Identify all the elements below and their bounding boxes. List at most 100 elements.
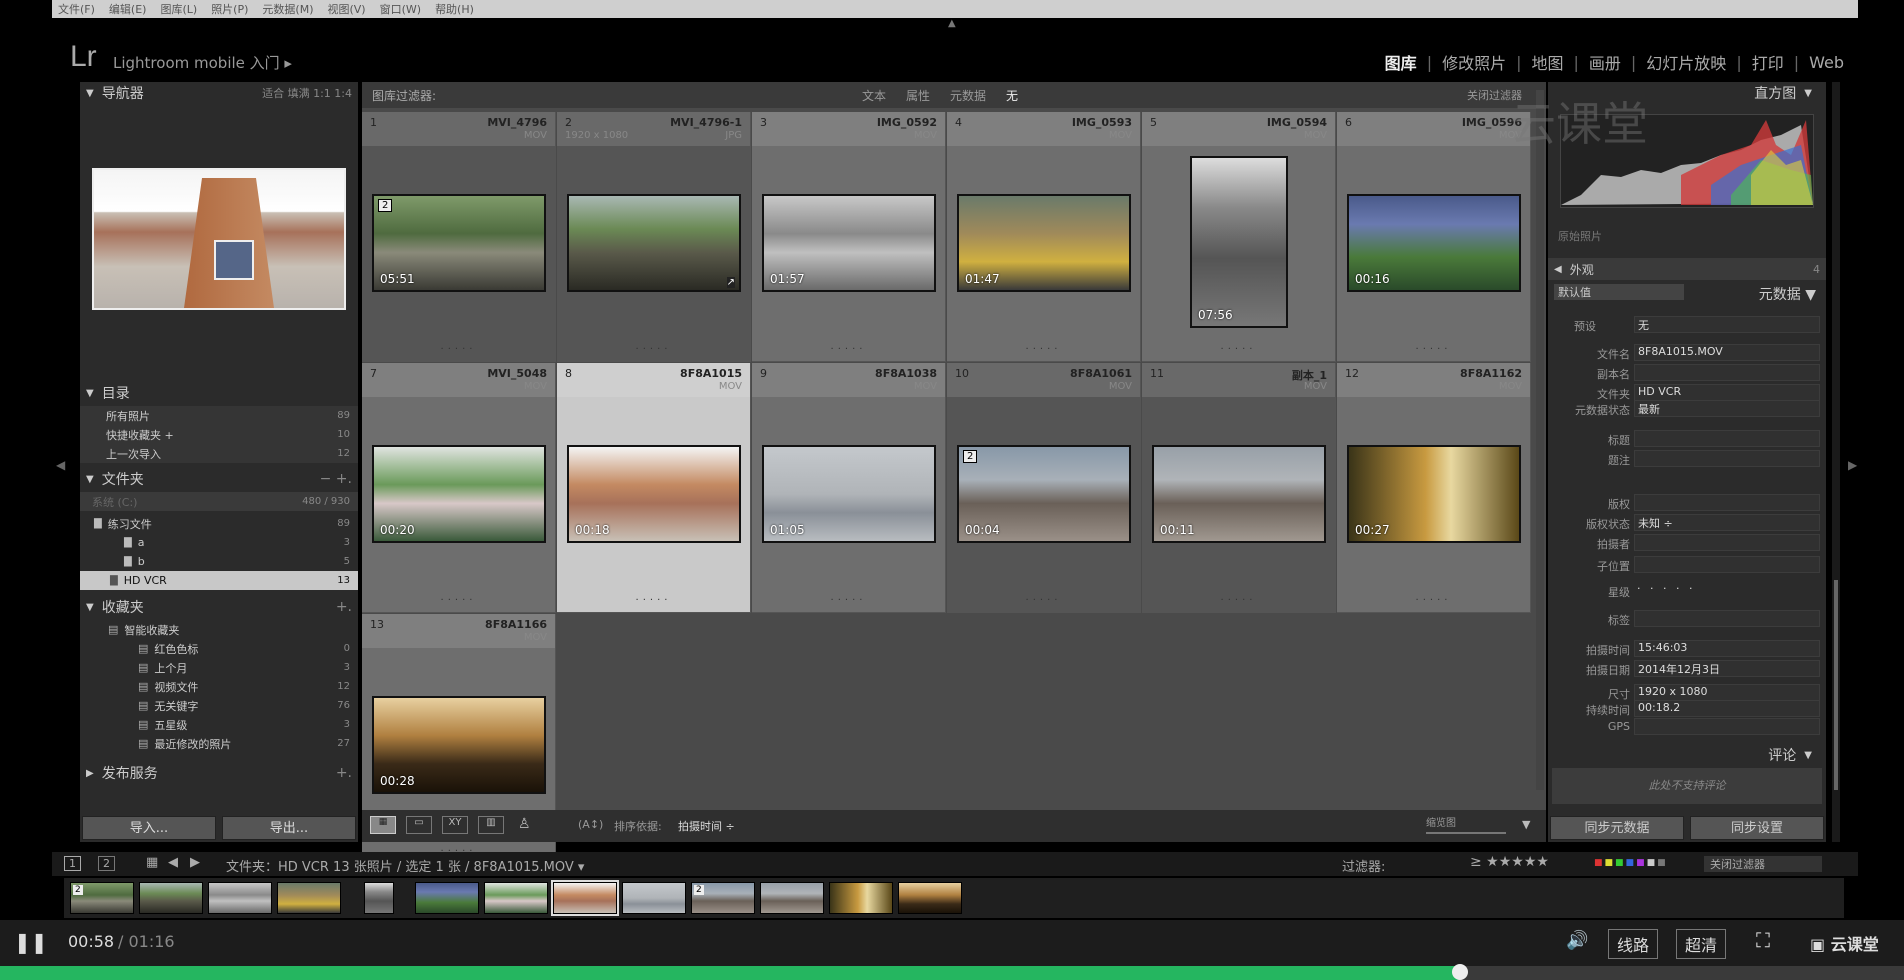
grid-cell[interactable]: 5 IMG_0594 MOV 07:56 ····· xyxy=(1142,112,1336,362)
pause-icon[interactable]: ❚❚ xyxy=(14,930,48,954)
metadata-field-value[interactable] xyxy=(1634,364,1820,381)
filmstrip-thumb[interactable] xyxy=(364,882,394,914)
grid-cell[interactable]: 12 8F8A1162 MOV 00:27 ····· xyxy=(1337,363,1531,613)
publish-header[interactable]: ▶ 发布服务 +. xyxy=(80,762,358,784)
collapse-top-icon[interactable]: ▲ xyxy=(948,18,956,29)
fullscreen-icon[interactable]: ⛶ xyxy=(1756,928,1770,952)
filmstrip-thumb[interactable] xyxy=(551,880,619,916)
color-label-filter[interactable]: ■■■■■■■ xyxy=(1594,858,1668,868)
rating-dots[interactable]: ····· xyxy=(1337,344,1530,355)
rating-dots[interactable]: ····· xyxy=(947,595,1140,606)
route-button[interactable]: 线路 xyxy=(1608,929,1659,959)
loupe-view-icon[interactable]: ▭ xyxy=(406,816,432,834)
catalog-header[interactable]: ▼ 目录 xyxy=(80,382,358,404)
rating-dots[interactable]: ····· xyxy=(1142,595,1335,606)
comments-header[interactable]: 评论 ▼ xyxy=(1548,744,1826,766)
navigator-preview[interactable] xyxy=(92,168,346,310)
original-photo-toggle[interactable]: 原始照片 xyxy=(1558,228,1602,244)
filmstrip-path[interactable]: 文件夹：HD VCR 13 张照片 / 选定 1 张 / 8F8A1015.MO… xyxy=(226,856,584,875)
catalog-name[interactable]: Lightroom mobile 入门 ▸ xyxy=(113,52,292,73)
grid-cell[interactable]: 3 IMG_0592 MOV 01:57 ····· xyxy=(752,112,946,362)
cell-thumbnail[interactable]: 00:20 xyxy=(372,445,546,543)
collection-item[interactable]: ▤ 视频文件 12 xyxy=(80,677,358,696)
filmstrip-thumb[interactable] xyxy=(829,882,893,914)
metadata-field-value[interactable] xyxy=(1634,718,1820,735)
sync-metadata-button[interactable]: 同步元数据 xyxy=(1550,816,1684,840)
grid-cell[interactable]: 2 MVI_4796-1 JPG 1920 x 1080 ↗ ····· xyxy=(557,112,751,362)
rating-dots[interactable]: ····· xyxy=(752,344,945,355)
painter-icon[interactable]: ♙ xyxy=(518,816,531,832)
folders-add-icon[interactable]: − +. xyxy=(320,471,352,487)
menu-item[interactable]: 照片(P) xyxy=(211,1,248,17)
metadata-field-value[interactable] xyxy=(1634,494,1820,511)
sync-settings-button[interactable]: 同步设置 xyxy=(1690,816,1824,840)
metadata-field-value[interactable] xyxy=(1634,556,1820,573)
metadata-field-value[interactable] xyxy=(1634,534,1820,551)
collection-item[interactable]: ▤ 智能收藏夹 xyxy=(80,620,358,639)
grid-cell[interactable]: 10 8F8A1061 MOV 2 00:04 ····· xyxy=(947,363,1141,613)
rating-dots[interactable]: ····· xyxy=(362,595,555,606)
cell-thumbnail[interactable]: 00:27 xyxy=(1347,445,1521,543)
cell-thumbnail[interactable]: 2 00:04 xyxy=(957,445,1131,543)
filmstrip-thumb[interactable] xyxy=(139,882,203,914)
filter-option[interactable]: 元数据 xyxy=(950,87,986,104)
survey-view-icon[interactable]: ▥ xyxy=(478,816,504,834)
metadata-field-value[interactable]: 未知 ÷ xyxy=(1634,514,1820,531)
grid-scrollbar[interactable] xyxy=(1536,90,1544,790)
filmstrip-thumb[interactable] xyxy=(208,882,272,914)
catalog-item[interactable]: 上一次导入 12 xyxy=(80,444,358,463)
module-tab[interactable]: 修改照片 xyxy=(1442,50,1506,74)
metadata-field-value[interactable]: 1920 x 1080 xyxy=(1634,684,1820,701)
collections-header[interactable]: ▼ 收藏夹 +. xyxy=(80,596,358,618)
thumbnail-size-slider[interactable] xyxy=(1426,832,1506,834)
grid-shortcut-icon[interactable]: ▦ xyxy=(146,855,158,870)
module-tab[interactable]: 打印 xyxy=(1752,50,1784,74)
filmstrip-filter-dropdown[interactable]: 关闭过滤器 xyxy=(1704,856,1822,872)
toolbar-menu-icon[interactable]: ▼ xyxy=(1522,818,1530,831)
import-button[interactable]: 导入... xyxy=(82,816,216,840)
collection-item[interactable]: ▤ 最近修改的照片 27 xyxy=(80,734,358,753)
folder-item[interactable]: ▇ a 3 xyxy=(80,533,358,552)
collection-item[interactable]: ▤ 五星级 3 xyxy=(80,715,358,734)
metadata-field-value[interactable] xyxy=(1634,610,1820,627)
metadata-field-value[interactable]: HD VCR xyxy=(1634,384,1820,401)
grid-cell[interactable]: 6 IMG_0596 MOV 00:16 ····· xyxy=(1337,112,1531,362)
folder-item[interactable]: ▇ HD VCR 13 xyxy=(80,571,358,590)
module-tab[interactable]: 幻灯片放映 xyxy=(1646,50,1726,74)
rating-dots[interactable]: ····· xyxy=(557,344,750,355)
export-button[interactable]: 导出... xyxy=(222,816,356,840)
rating-dots[interactable]: ····· xyxy=(557,595,750,606)
cell-thumbnail[interactable]: 01:05 xyxy=(762,445,936,543)
rating-dots[interactable]: ····· xyxy=(362,344,555,355)
metadata-field-value[interactable] xyxy=(1634,430,1820,447)
main-window-button[interactable]: 1 xyxy=(64,856,81,871)
filmstrip-thumb[interactable] xyxy=(415,882,479,914)
navigator-zoom-options[interactable]: 适合 填满 1:1 1:4 xyxy=(262,85,352,101)
metadata-field-value[interactable]: 最新 xyxy=(1634,400,1820,417)
catalog-item[interactable]: 所有照片 89 xyxy=(80,406,358,425)
catalog-item[interactable]: 快捷收藏夹 + 10 xyxy=(80,425,358,444)
metadata-field-value[interactable]: 15:46:03 xyxy=(1634,640,1820,657)
rating-dots[interactable]: ····· xyxy=(1142,344,1335,355)
cell-thumbnail[interactable]: ↗ xyxy=(567,194,741,292)
grid-cell[interactable]: 7 MVI_5048 MOV 00:20 ····· xyxy=(362,363,556,613)
folder-item[interactable]: ▇ 练习文件 89 xyxy=(80,514,358,533)
menu-item[interactable]: 视图(V) xyxy=(327,1,365,17)
menu-item[interactable]: 帮助(H) xyxy=(435,1,474,17)
filmstrip-thumb[interactable] xyxy=(760,882,824,914)
module-tab[interactable]: 图库 xyxy=(1385,50,1417,74)
cell-thumbnail[interactable]: 00:11 xyxy=(1152,445,1326,543)
metadata-field-value[interactable]: · · · · · xyxy=(1634,582,1820,599)
grid-cell[interactable]: 1 MVI_4796 MOV 2 05:51 ····· xyxy=(362,112,556,362)
cell-thumbnail[interactable]: 00:18 xyxy=(567,445,741,543)
sort-direction-icon[interactable]: (A↕) xyxy=(578,818,603,831)
folders-header[interactable]: ▼ 文件夹 − +. xyxy=(80,468,358,490)
quick-develop-header[interactable]: ◀ 外观 4 xyxy=(1548,258,1826,280)
navigator-header[interactable]: ▼ 导航器 适合 填满 1:1 1:4 xyxy=(80,82,358,104)
module-tab[interactable]: Web xyxy=(1809,53,1844,72)
rating-dots[interactable]: ····· xyxy=(1337,595,1530,606)
module-tab[interactable]: 地图 xyxy=(1531,50,1563,74)
right-scrollbar-thumb[interactable] xyxy=(1834,580,1838,790)
sort-dropdown[interactable]: 拍摄时间 ÷ xyxy=(678,818,735,834)
cell-thumbnail[interactable]: 2 05:51 xyxy=(372,194,546,292)
